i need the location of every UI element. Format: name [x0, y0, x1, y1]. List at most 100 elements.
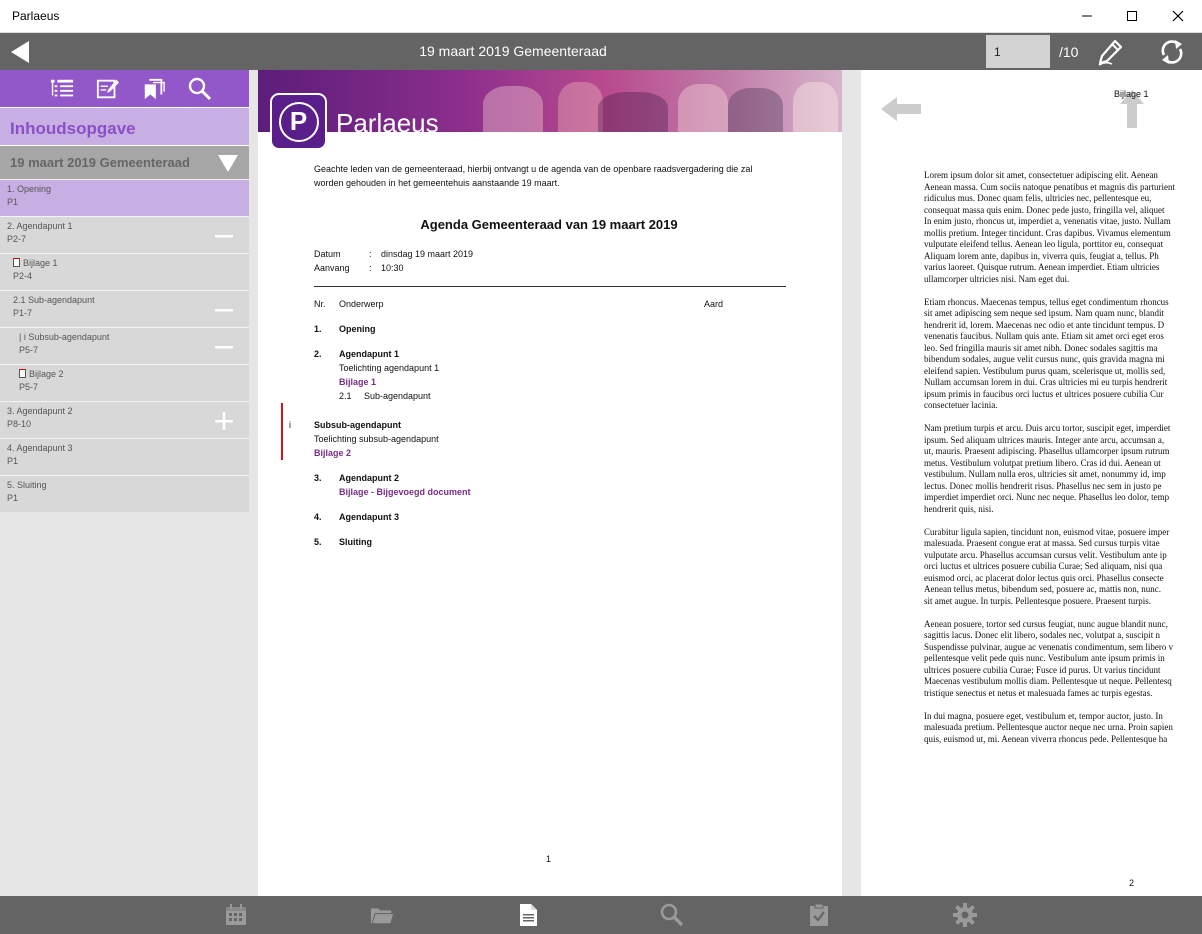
body-line: ultrices posuere cubilia Curae; Fusce id… [924, 664, 1161, 675]
minimize-button[interactable] [1064, 0, 1110, 32]
logo-wordmark: Parlaeus [336, 108, 439, 138]
body-line: eleifend sapien. Vestibulum purus quam, … [924, 365, 1166, 376]
settings-button[interactable] [953, 903, 977, 927]
toc-item-bijlage-2[interactable]: Bijlage 2 P5-7 [0, 364, 249, 401]
body-line: imperdiet imperdiet orci. Nunc nec neque… [924, 492, 1170, 502]
toc-item-agendapunt-1[interactable]: 2. Agendapunt 1 P2-7 [0, 216, 249, 253]
toc-item-label-row: Bijlage 2 [19, 369, 249, 379]
document-button[interactable] [516, 903, 540, 927]
body-line: vulputate arcu. Phasellus accumsan cursu… [924, 549, 1167, 560]
body-line: bibendum sodales, augue velit cursus nun… [924, 354, 1165, 364]
search-button[interactable] [188, 77, 212, 101]
body-line: sagittis lacus. Donec elit libero, sodal… [924, 630, 1160, 640]
body-line: consectetuer lacinia. [924, 400, 998, 410]
toc-item-label: Bijlage 1 [23, 258, 58, 268]
calendar-button[interactable] [224, 903, 248, 927]
agenda-nr: 3. [314, 473, 322, 483]
toc-item-sluiting[interactable]: 5. Sluiting P1 [0, 475, 249, 512]
close-button[interactable] [1155, 0, 1201, 32]
body-line: orci luctus et ultrices posuere cubilia … [924, 561, 1163, 571]
parlaeus-logo: P [270, 93, 327, 150]
body-line: ipsum primis in faucibus orci luctus et … [924, 388, 1164, 399]
gear-icon [953, 903, 977, 927]
agenda-item-sluiting[interactable]: Sluiting [339, 537, 372, 547]
body-paragraph: Curabitur ligula sapien, tincidunt non, … [924, 527, 1202, 608]
toc-item-label-row: Bijlage 1 [13, 258, 249, 268]
body-line: varius laoreet. Quisque rutrum. Aenean i… [924, 262, 1160, 272]
col-aard: Aard [704, 299, 724, 309]
previous-attachment-arrow-icon[interactable] [879, 95, 923, 123]
expand-plus-icon[interactable] [214, 411, 234, 431]
document-viewer[interactable]: P Parlaeus Geachte leden van de gemeente… [249, 70, 1202, 896]
toc-item-pages: P1 [7, 493, 19, 503]
bookmarks-icon [144, 78, 165, 99]
toc-item-opening[interactable]: 1. Opening P1 [0, 179, 249, 216]
attachment-link-bijlage-2[interactable]: Bijlage 2 [314, 448, 351, 458]
collapse-minus-icon[interactable] [214, 300, 234, 320]
toc-item-label: 1. Opening [7, 184, 52, 194]
notes-button[interactable] [96, 77, 120, 101]
toc-item-label: 4. Agendapunt 3 [7, 443, 73, 453]
toc-item-agendapunt-3[interactable]: 4. Agendapunt 3 P1 [0, 438, 249, 475]
meeting-label: 19 maart 2019 Gemeenteraad [10, 155, 190, 170]
annotate-button[interactable] [1093, 35, 1127, 68]
body-line: venenatis faucibus. Nullam quis ante. Et… [924, 331, 1164, 341]
agenda-item-sub-agendapunt[interactable]: Sub-agendapunt [364, 391, 431, 401]
toc-item-bijlage-1[interactable]: Bijlage 1 P2-4 [0, 253, 249, 290]
agenda-item-subsub-agendapunt[interactable]: Subsub-agendapunt [314, 420, 401, 430]
body-line: tristique senectus et netus et malesuada… [924, 687, 1153, 698]
annotation-marker [281, 403, 283, 460]
attachment-link-bijgevoegd[interactable]: Bijlage - Bijgevoegd document [339, 487, 471, 497]
toc-list-button[interactable] [50, 77, 74, 101]
body-line: vestibulum. Nullam nulla eros, ultricies… [924, 469, 1166, 479]
sync-button[interactable] [1155, 35, 1189, 68]
back-button[interactable] [0, 33, 40, 70]
body-line: sit amet augue. In turpis. Pellentesque … [924, 595, 1151, 606]
toc-item-subsub-agendapunt[interactable]: | i Subsub-agendapunt P5-7 [0, 327, 249, 364]
search-icon [660, 903, 684, 927]
attachment-link-bijlage-1[interactable]: Bijlage 1 [339, 377, 376, 387]
collapse-minus-icon[interactable] [214, 226, 234, 246]
body-line: malesuada. Praesent congue erat at massa… [924, 538, 1160, 548]
collapse-minus-icon[interactable] [214, 337, 234, 357]
page-number-input[interactable] [986, 35, 1050, 68]
attachment-icon [13, 258, 20, 267]
toc-item-label: Bijlage 2 [29, 369, 64, 379]
agenda-item-opening[interactable]: Opening [339, 324, 376, 334]
body-line: lectus. Donec mollis hendrerit risus. Ph… [924, 480, 1162, 491]
body-line: quis, euismod ut, mi. Aenean viverra rho… [924, 733, 1168, 744]
agenda-explanation: Toelichting agendapunt 1 [339, 363, 440, 373]
meta-colon: : [369, 249, 372, 259]
search-documents-button[interactable] [660, 903, 684, 927]
banner-photo-shape [558, 82, 603, 132]
body-line: malesuada pretium. Pellentesque auctor n… [924, 722, 1173, 732]
folder-button[interactable] [370, 903, 394, 927]
agenda-item-agendapunt-1[interactable]: Agendapunt 1 [339, 349, 399, 359]
tasks-button[interactable] [807, 903, 831, 927]
toc-item-label: 3. Agendapunt 2 [7, 406, 73, 416]
toc-item-sub-agendapunt[interactable]: 2.1 Sub-agendapunt P1-7 [0, 290, 249, 327]
body-line: Nam pretium turpis et arcu. Duis arcu to… [924, 423, 1171, 433]
meeting-selector[interactable]: 19 maart 2019 Gemeenteraad [0, 145, 249, 179]
search-icon [188, 77, 211, 100]
meta-key: Datum [314, 249, 341, 259]
body-line: vulputate eleifend tellus. Aenean leo li… [924, 239, 1164, 249]
body-line: Aenean tellus metus, bibendum sed, posue… [924, 584, 1161, 594]
agenda-item-agendapunt-3[interactable]: Agendapunt 3 [339, 512, 399, 522]
toc-item-agendapunt-2[interactable]: 3. Agendapunt 2 P8-10 [0, 401, 249, 438]
table-of-contents-panel: Inhoudsopgave 19 maart 2019 Gemeenteraad… [0, 70, 249, 896]
window-title: Parlaeus [12, 9, 60, 23]
agenda-item-agendapunt-2[interactable]: Agendapunt 2 [339, 473, 399, 483]
intro-paragraph: Geachte leden van de gemeenteraad, hierb… [314, 164, 753, 188]
maximize-button[interactable] [1109, 0, 1155, 32]
body-line: pellentesque velit pede quis nunc. Vesti… [924, 653, 1165, 663]
body-line: Aenean massa. Cum sociis natoque penatib… [924, 181, 1175, 192]
body-line: ullamcorper ultricies nisi. Nam eget dui… [924, 273, 1070, 284]
page-number: 2 [1129, 878, 1135, 888]
document-page-1: P Parlaeus Geachte leden van de gemeente… [258, 70, 842, 896]
toc-item-pages: P8-10 [7, 419, 32, 429]
body-paragraph: Etiam rhoncus. Maecenas tempus, tellus e… [924, 297, 1202, 412]
attachment-body-text: Lorem ipsum dolor sit amet, consectetuer… [924, 170, 1202, 757]
bookmarks-button[interactable] [142, 77, 166, 101]
toc-item-pages: P5-7 [19, 382, 39, 392]
